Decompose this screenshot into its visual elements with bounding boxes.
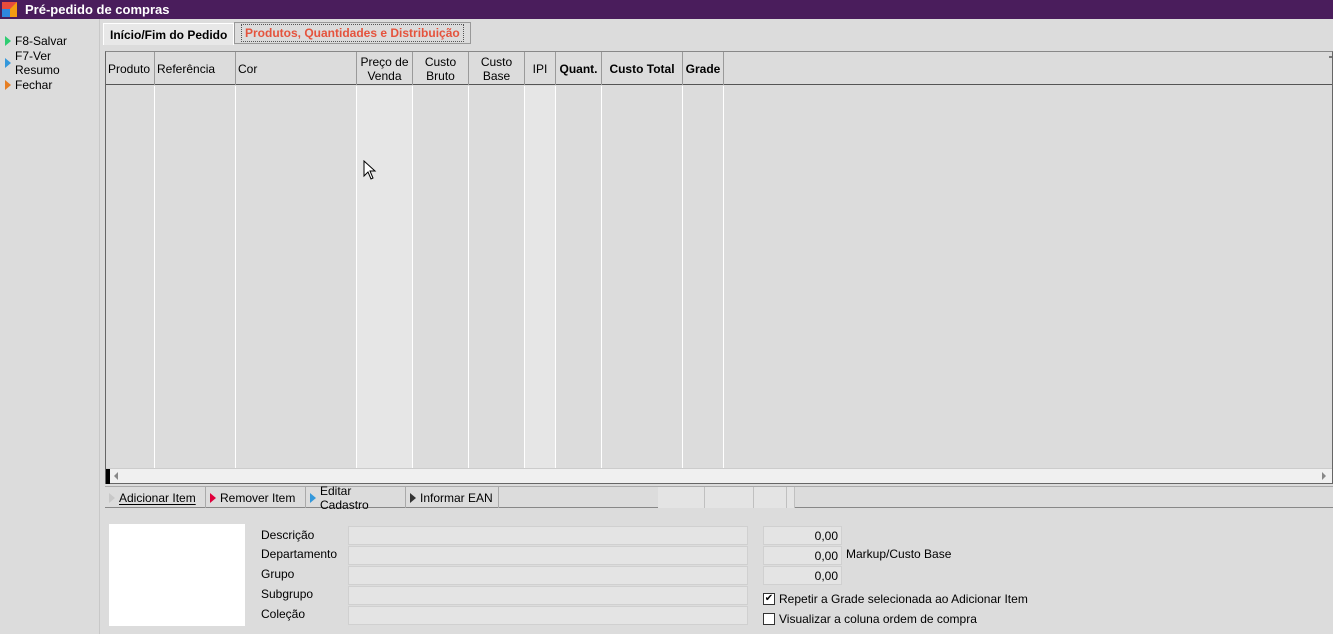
tab-inicio-fim-pedido[interactable]: Início/Fim do Pedido (103, 23, 235, 45)
products-grid[interactable]: Produto Referência Cor Preço de Venda Cus… (105, 51, 1333, 484)
window-title: Pré-pedido de compras (25, 2, 170, 17)
toolbar-status-cell (787, 487, 795, 508)
markup-custo-base-field: 0,00 (763, 546, 842, 565)
grid-toolbar: Adicionar Item Remover Item Editar Cadas… (105, 484, 1333, 512)
checkbox-unchecked-icon[interactable] (763, 613, 775, 625)
colecao-label: Coleção (261, 607, 306, 621)
grid-header: Produto Referência Cor Preço de Venda Cus… (106, 52, 1332, 85)
add-item-label: Adicionar Item (119, 490, 196, 505)
close-button[interactable]: Fechar (0, 74, 99, 96)
mouse-cursor-icon (363, 160, 377, 180)
add-item-button[interactable]: Adicionar Item (105, 487, 206, 508)
red-triangle-icon (210, 492, 216, 503)
edit-cadastro-label: Editar Cadastro (320, 483, 369, 512)
column-header-referencia[interactable]: Referência (155, 52, 236, 85)
column-body-cor (236, 86, 357, 468)
tab-label: Produtos, Quantidades e Distribuição (241, 24, 464, 42)
descricao-field (348, 526, 748, 545)
column-header-preco-venda[interactable]: Preço de Venda (357, 52, 413, 85)
toolbar-status-cell (658, 487, 705, 508)
tab-produtos-quantidades[interactable]: Produtos, Quantidades e Distribuição (234, 22, 471, 44)
column-header-custo-base[interactable]: Custo Base (469, 52, 525, 85)
column-header-quant[interactable]: Quant. (556, 52, 602, 85)
dark-triangle-icon (410, 492, 416, 503)
subgrupo-label: Subgrupo (261, 587, 314, 601)
departamento-field (348, 546, 748, 565)
title-bar: Pré-pedido de compras (0, 0, 1333, 19)
green-triangle-icon (5, 36, 11, 46)
markup-custo-base-label: Markup/Custo Base (846, 547, 952, 561)
blue-triangle-icon (5, 58, 11, 68)
horizontal-scrollbar[interactable] (106, 468, 1332, 484)
column-header-ipi[interactable]: IPI (525, 52, 556, 85)
toolbar-status-cell (754, 487, 787, 508)
remove-item-button[interactable]: Remover Item (206, 487, 306, 508)
visualizar-ordem-compra-label: Visualizar a coluna ordem de compra (779, 612, 977, 626)
number-field-1: 0,00 (763, 526, 842, 545)
close-label: Fechar (15, 78, 53, 92)
column-header-custo-total[interactable]: Custo Total (602, 52, 683, 85)
informar-ean-label: Informar EAN (420, 490, 493, 505)
save-label: F8-Salvar (15, 34, 68, 48)
repetir-grade-label: Repetir a Grade selecionada ao Adicionar… (779, 592, 1028, 606)
blue-triangle-icon (310, 492, 316, 503)
column-body-ipi (525, 86, 556, 468)
sidebar: F8-Salvar F7-Ver Resumo Fechar (0, 19, 100, 634)
view-summary-button[interactable]: F7-Ver Resumo (0, 49, 99, 77)
column-body-produto (106, 86, 155, 468)
subgrupo-field (348, 586, 748, 605)
scroll-right-icon[interactable] (1322, 472, 1326, 480)
visualizar-ordem-compra-checkbox[interactable]: Visualizar a coluna ordem de compra (763, 612, 977, 626)
descricao-label: Descrição (261, 528, 315, 542)
product-image (109, 524, 245, 626)
remove-item-label: Remover Item (220, 490, 296, 505)
informar-ean-button[interactable]: Informar EAN (406, 487, 499, 508)
grupo-label: Grupo (261, 567, 295, 581)
colecao-field (348, 606, 748, 625)
column-body-custo-bruto (413, 86, 469, 468)
gray-triangle-icon (109, 492, 115, 503)
column-header-cor[interactable]: Cor (236, 52, 357, 85)
column-body-custo-base (469, 86, 525, 468)
repetir-grade-checkbox[interactable]: ✔ Repetir a Grade selecionada ao Adicion… (763, 592, 1028, 606)
column-header-grade[interactable]: Grade (683, 52, 724, 85)
toolbar-status-cell (705, 487, 754, 508)
column-body-quant (556, 86, 602, 468)
scroll-up-icon[interactable] (1329, 56, 1332, 58)
orange-triangle-icon (5, 80, 11, 90)
grupo-field (348, 566, 748, 585)
column-header-produto[interactable]: Produto (106, 52, 155, 85)
checkbox-checked-icon[interactable]: ✔ (763, 593, 775, 605)
column-header-custo-bruto[interactable]: Custo Bruto (413, 52, 469, 85)
app-logo-icon (0, 0, 19, 19)
number-field-3: 0,00 (763, 566, 842, 585)
scroll-left-icon[interactable] (114, 472, 118, 480)
departamento-label: Departamento (261, 547, 338, 561)
column-body-referencia (155, 86, 236, 468)
view-summary-label: F7-Ver Resumo (15, 49, 60, 77)
tab-label: Início/Fim do Pedido (110, 27, 228, 42)
column-body-preco-venda (357, 86, 413, 468)
column-body-grade (683, 86, 724, 468)
column-body-custo-total (602, 86, 683, 468)
tab-bar: Início/Fim do Pedido Produtos, Quantidad… (101, 19, 1333, 46)
edit-cadastro-button[interactable]: Editar Cadastro (306, 484, 406, 512)
